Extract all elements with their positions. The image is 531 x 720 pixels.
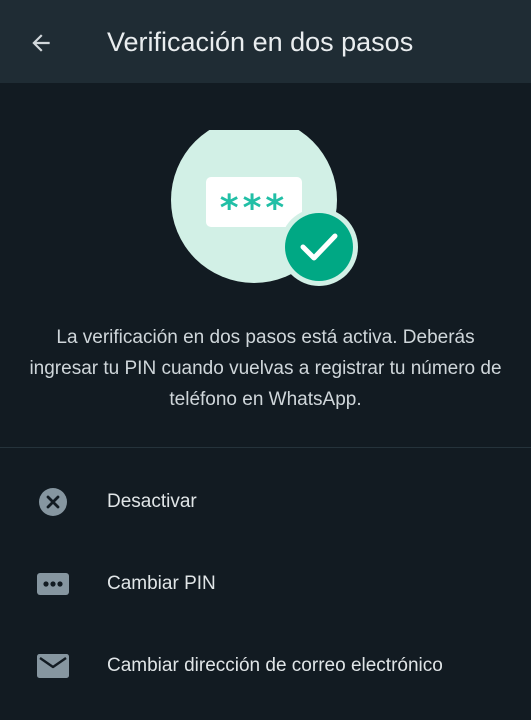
email-icon [37,654,69,678]
verification-illustration: *** [170,117,370,290]
change-pin-label: Cambiar PIN [107,573,216,594]
check-badge [285,213,353,281]
page-title: Verificación en dos pasos [107,27,414,57]
two-step-verification-screen: Verificación en dos pasos *** La verific… [0,0,531,720]
divider [0,447,531,448]
top-app-bar: Verificación en dos pasos [0,0,531,83]
pin-dots-icon [37,573,69,595]
close-circle-icon [39,488,67,516]
pin-mask-text: *** [220,188,288,229]
change-pin-option[interactable]: Cambiar PIN [0,543,531,625]
change-email-option[interactable]: Cambiar dirección de correo electrónico [0,625,531,707]
disable-option[interactable]: Desactivar [0,461,531,543]
status-description: La verificación en dos pasos está activa… [29,327,502,410]
arrow-left-icon [32,34,50,52]
disable-label: Desactivar [107,491,197,512]
change-email-label: Cambiar dirección de correo electrónico [107,655,443,676]
back-button[interactable] [22,24,60,62]
